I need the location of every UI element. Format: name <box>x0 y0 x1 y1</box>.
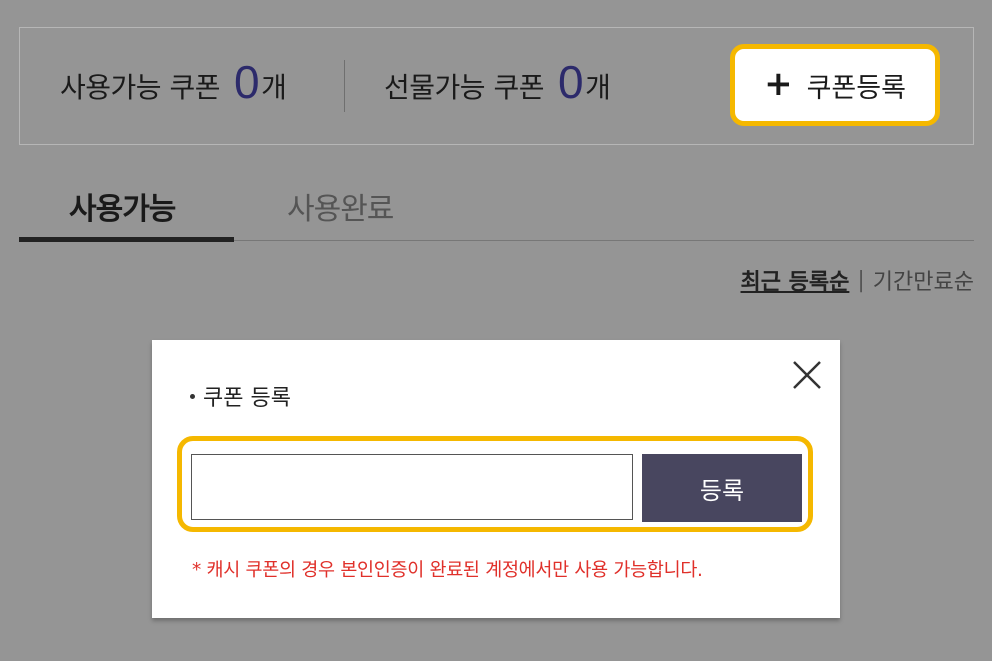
sort-recent-link[interactable]: 최근 등록순 <box>741 264 850 296</box>
tab-used[interactable]: 사용완료 <box>287 184 394 228</box>
plus-icon: + <box>764 63 793 104</box>
submit-coupon-button[interactable]: 등록 <box>642 454 802 522</box>
sort-expiry-link[interactable]: 기간만료순 <box>873 264 974 296</box>
cash-coupon-notice: * 캐시 쿠폰의 경우 본인인증이 완료된 계정에서만 사용 가능합니다. <box>192 560 703 581</box>
tab-usable[interactable]: 사용가능 <box>69 184 176 228</box>
coupon-tabs: 사용가능 사용완료 <box>19 160 974 242</box>
close-icon[interactable] <box>790 358 824 392</box>
coupon-register-modal: 쿠폰 등록 등록 * 캐시 쿠폰의 경우 본인인증이 완료된 계정에서만 사용 … <box>152 340 840 618</box>
usable-coupon-label: 사용가능 쿠폰 <box>60 71 220 104</box>
usable-coupon-unit: 개 <box>261 71 287 104</box>
usable-coupon-stat: 사용가능 쿠폰 0 개 <box>60 28 287 144</box>
sort-options: 최근 등록순 | 기간만료순 <box>741 264 975 296</box>
register-coupon-label: 쿠폰등록 <box>806 72 906 104</box>
coupon-code-input[interactable] <box>191 454 633 520</box>
active-tab-indicator <box>19 237 234 242</box>
gift-coupon-count: 0 <box>557 56 584 108</box>
modal-title: 쿠폰 등록 <box>190 380 291 412</box>
gift-coupon-stat: 선물가능 쿠폰 0 개 <box>384 28 611 144</box>
gift-coupon-label: 선물가능 쿠폰 <box>384 71 544 104</box>
stat-divider <box>344 60 345 112</box>
coupon-summary: 사용가능 쿠폰 0 개 선물가능 쿠폰 0 개 + 쿠폰등록 <box>19 27 974 145</box>
gift-coupon-unit: 개 <box>585 71 611 104</box>
bullet-icon <box>190 393 195 399</box>
register-coupon-button[interactable]: + 쿠폰등록 <box>730 44 940 126</box>
usable-coupon-count: 0 <box>233 56 260 108</box>
modal-title-text: 쿠폰 등록 <box>203 386 291 411</box>
sort-separator: | <box>857 267 865 293</box>
